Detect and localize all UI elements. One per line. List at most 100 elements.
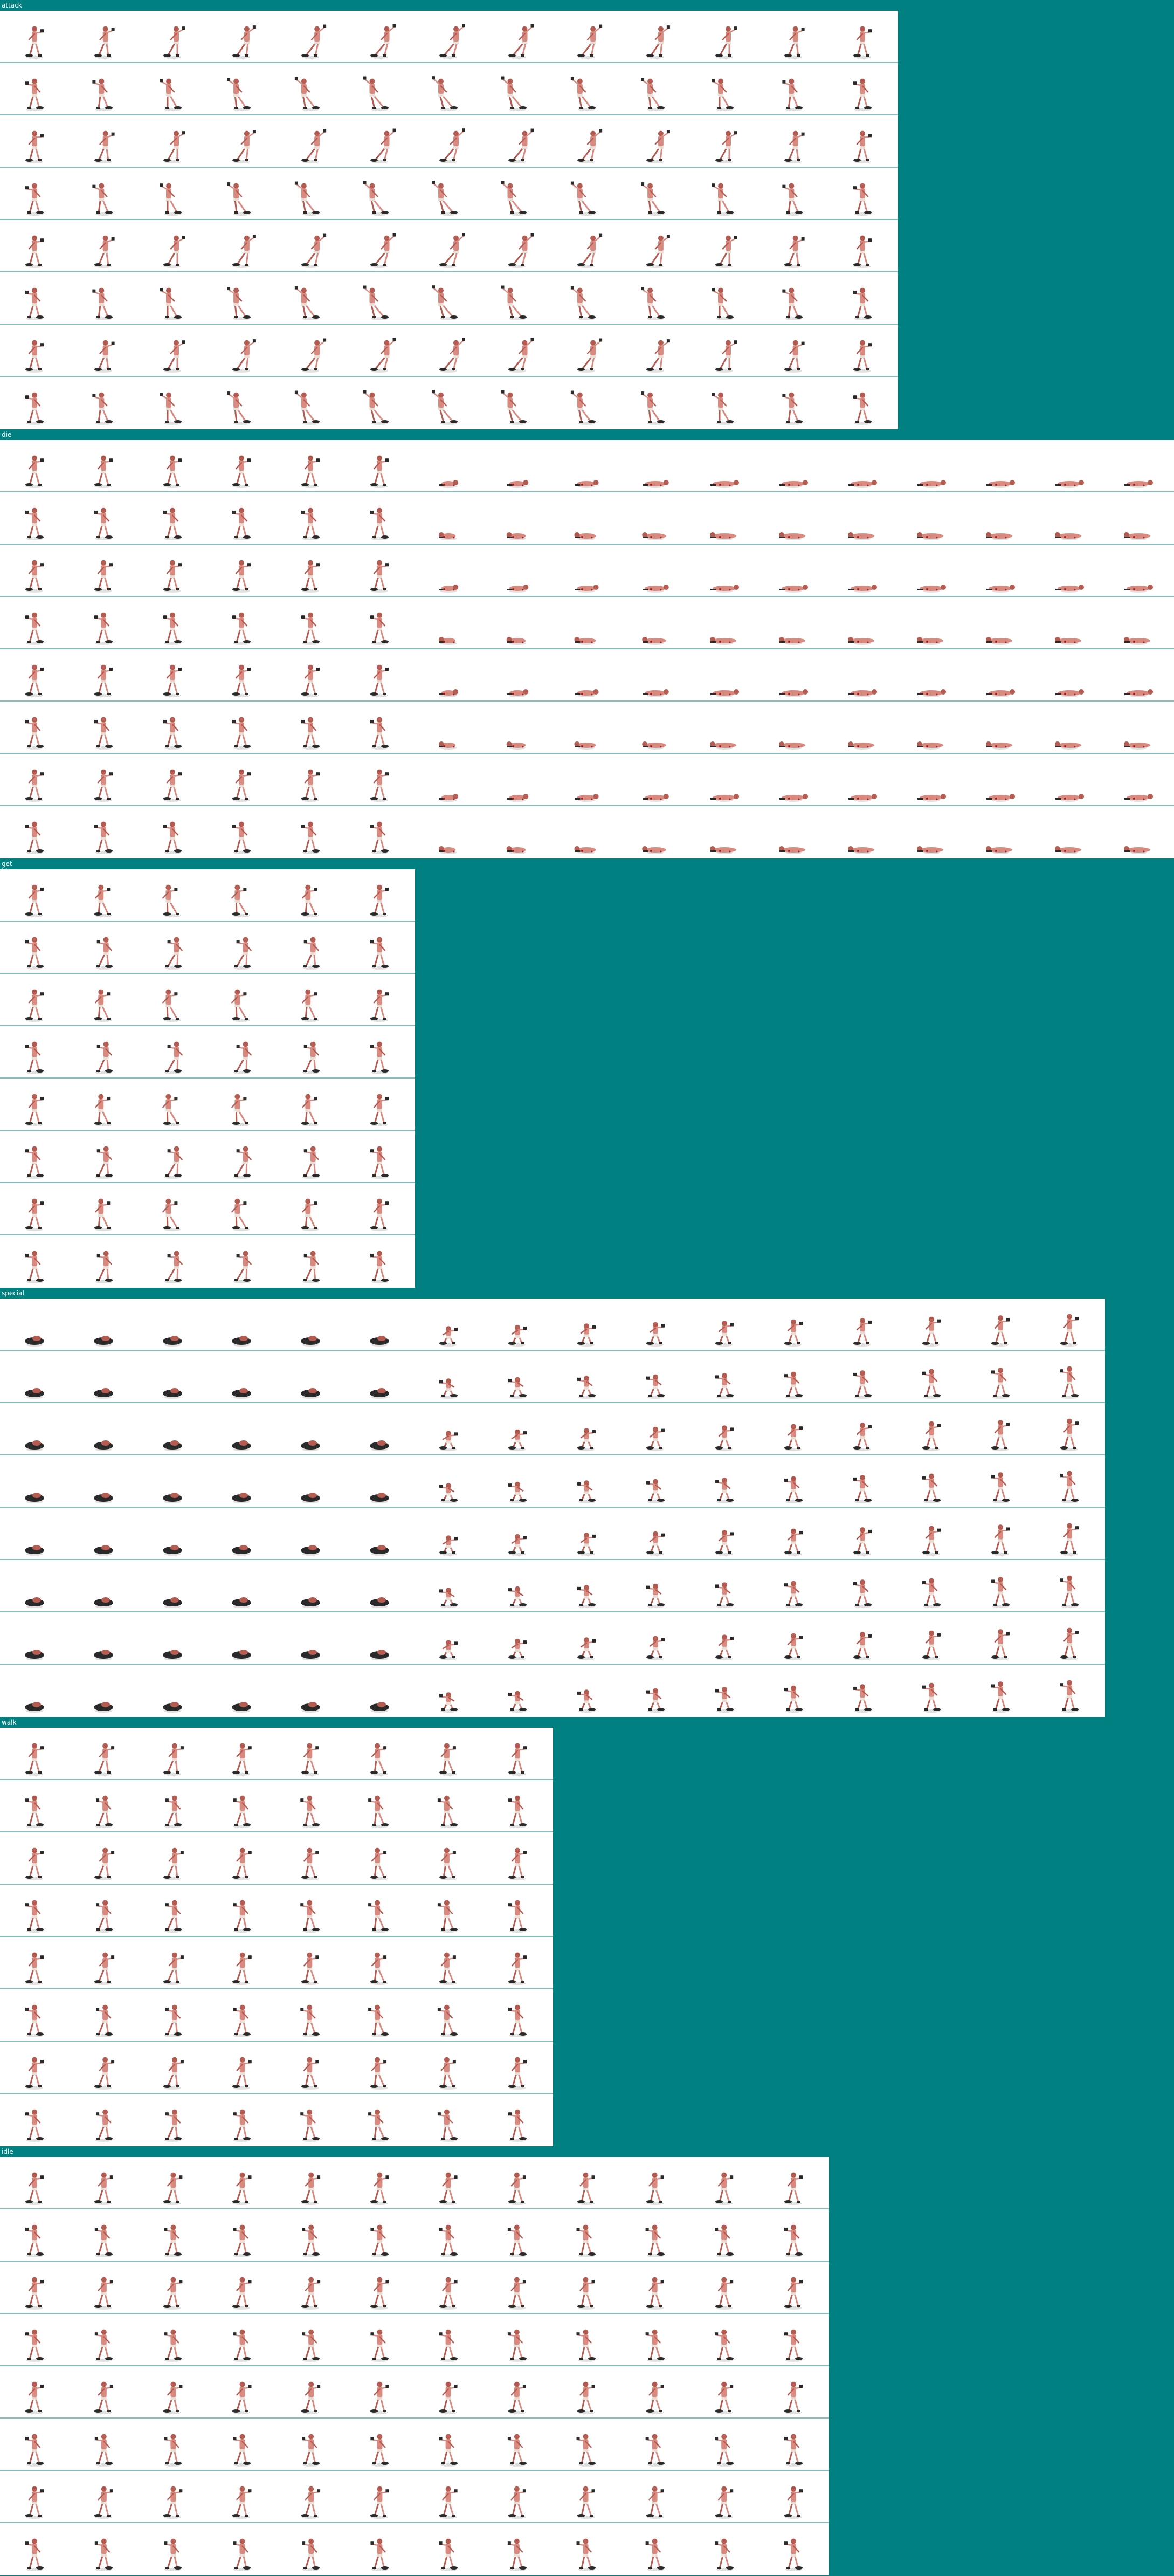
sprite-frame [207,1351,276,1402]
sprite-frame [828,440,897,491]
sprite-frame [276,2042,345,2093]
idle-pose-sprite [715,2329,734,2362]
sprite-frame [69,649,138,700]
sprite-frame [552,754,621,805]
sprite-frame [414,1665,483,1716]
walk-pose-sprite [25,2057,44,2090]
die-pose-sprite [232,612,251,645]
idle-pose-sprite [576,2538,596,2571]
sprite-frame [483,325,552,376]
sprite-frame [69,1728,138,1779]
sprite-frame [1035,1299,1104,1350]
get-hit-pose-sprite [370,1094,389,1126]
attack-pose-sprite [508,233,534,268]
attack-pose-sprite [570,77,596,111]
walk-pose-sprite [94,1847,115,1880]
special-pose-sprite [94,1545,113,1556]
special-pose-sprite [853,1475,872,1503]
sprite-frame [69,63,138,114]
sprite-frame [276,168,345,219]
idle-pose-sprite [439,2486,458,2519]
attack-pose-sprite [25,287,44,320]
die-pose-sprite [163,664,182,697]
idle-pose-sprite [94,2224,113,2257]
die-pose-sprite [1124,637,1150,645]
sprite-frame [552,702,621,753]
idle-pose-sprite [94,2486,113,2519]
sprite-frame [207,1026,276,1077]
idle-pose-sprite [370,2486,389,2519]
idle-pose-sprite [645,2434,665,2467]
sprite-frame [138,1560,207,1611]
walk-pose-sprite [439,1743,457,1776]
sprite-frame [69,2262,138,2313]
walk-pose-sprite [368,1795,389,1828]
sprite-frame [138,649,207,700]
get-hit-pose-sprite [370,884,389,917]
sprite-frame [345,974,414,1025]
sprite-frame [1035,545,1104,596]
die-pose-sprite [986,585,1015,593]
special-pose-sprite [25,1336,44,1347]
sprite-frame [138,2262,207,2313]
special-pose-sprite [991,1524,1010,1556]
get-hit-pose-sprite [25,1198,44,1231]
walk-pose-sprite [508,1900,527,1933]
sprite-frame [759,2209,828,2261]
attack-pose-sprite [439,233,465,268]
idle-pose-sprite [25,2172,44,2205]
die-pose-sprite [438,741,457,750]
get-hit-pose-sprite [370,1146,389,1179]
idle-pose-sprite [439,2277,458,2310]
sprite-frame [0,1780,69,1831]
attack-pose-sprite [301,24,327,59]
die-pose-sprite [1124,741,1150,750]
sprite-row [0,2094,553,2146]
sprite-frame [276,1937,345,1988]
attack-pose-sprite [784,26,805,59]
idle-pose-sprite [784,2486,803,2519]
get-hit-pose-sprite [95,937,113,970]
sprite-frame [276,1183,345,1234]
special-pose-sprite [439,1640,458,1660]
sprite-frame [276,806,345,857]
die-pose-sprite [779,794,808,802]
sprite-frame [621,2523,690,2574]
sprite-frame [414,2262,483,2313]
walk-pose-sprite [25,1847,44,1880]
attack-pose-sprite [853,130,872,163]
sprite-row [0,2262,829,2314]
attack-pose-sprite [163,235,185,268]
sprite-frame [345,2209,414,2261]
sprite-frame [897,1403,966,1454]
die-pose-sprite [232,769,251,802]
sprite-frame [1035,1508,1104,1559]
special-pose-sprite [163,1545,182,1556]
special-pose-sprite [577,1637,596,1660]
sprite-frame [690,2366,759,2417]
sprite-frame [0,1026,69,1077]
die-pose-sprite [370,507,389,540]
get-hit-pose-sprite [95,1041,113,1074]
sprite-frame [621,1665,690,1716]
die-pose-sprite [710,794,739,802]
attack-pose-sprite [853,340,872,373]
special-pose-sprite [922,1578,941,1608]
sprite-frame [345,1131,414,1182]
sprite-frame [414,1351,483,1402]
sprite-frame [138,377,207,428]
sprite-frame [69,220,138,271]
sprite-frame [138,1235,207,1287]
idle-pose-sprite [25,2434,44,2467]
die-pose-sprite [848,846,874,854]
die-pose-sprite [301,717,320,750]
walk-pose-sprite [368,2109,389,2142]
sprite-frame [897,597,966,648]
sprite-frame [552,168,621,219]
sprite-frame [552,440,621,491]
sprite-row [0,220,898,272]
sprite-frame [414,2366,483,2417]
sprite-frame [966,1665,1035,1716]
walk-pose-sprite [95,2109,113,2142]
get-hit-pose-sprite [95,1251,113,1283]
